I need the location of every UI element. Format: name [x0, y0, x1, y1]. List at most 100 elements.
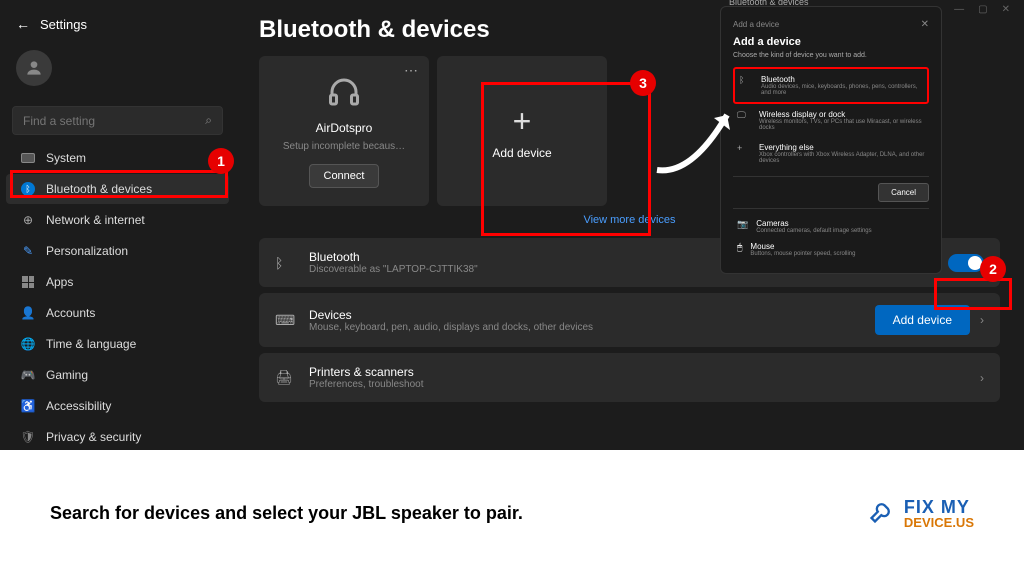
printers-sub: Preferences, troubleshoot — [309, 379, 966, 390]
more-icon[interactable]: ⋯ — [404, 62, 419, 79]
devices-title: Devices — [309, 308, 861, 322]
nav-list: System ᛒ Bluetooth & devices ⊕ Network &… — [0, 143, 235, 483]
profile[interactable] — [0, 38, 235, 98]
nav-label: Network & internet — [46, 213, 145, 227]
add-device-card[interactable]: + Add device — [437, 56, 607, 206]
time-icon: 🌐 — [20, 336, 36, 352]
minimize-icon[interactable]: — — [954, 4, 964, 15]
sidebar-item-gaming[interactable]: 🎮 Gaming — [6, 360, 229, 390]
plus-icon: + — [737, 143, 751, 153]
sidebar-item-accessibility[interactable]: ♿ Accessibility — [6, 391, 229, 421]
device-status: Setup incomplete becaus… — [283, 141, 405, 152]
nav-label: Privacy & security — [46, 430, 141, 444]
wrench-icon — [868, 497, 896, 530]
sidebar-item-accounts[interactable]: 👤 Accounts — [6, 298, 229, 328]
dialog-sub: Choose the kind of device you want to ad… — [733, 52, 929, 59]
mouse-icon: 🖱 — [737, 242, 742, 257]
footer: Search for devices and select your JBL s… — [0, 450, 1024, 576]
caption-text: Search for devices and select your JBL s… — [50, 503, 523, 524]
printer-icon: 🖨 — [275, 369, 295, 386]
personalization-icon: ✎ — [20, 243, 36, 259]
opt-sub: Audio devices, mice, keyboards, phones, … — [761, 84, 923, 96]
popup-section: Add a device — [733, 20, 779, 29]
network-icon: ⊕ — [20, 212, 36, 228]
dialog-option-wireless[interactable]: 🖵 Wireless display or dock Wireless moni… — [733, 104, 929, 137]
chevron-right-icon: › — [980, 371, 984, 385]
dialog-option-other[interactable]: + Everything else Xbox controllers with … — [733, 137, 929, 170]
extra-row-mouse[interactable]: 🖱 Mouse Buttons, mouse pointer speed, sc… — [733, 238, 929, 261]
add-device-dialog: Bluetooth & devices Add a device ✕ Add a… — [720, 6, 942, 274]
opt-sub: Xbox controllers with Xbox Wireless Adap… — [759, 152, 925, 164]
bluetooth-icon: ᛒ — [739, 75, 753, 85]
plus-icon: + — [513, 103, 532, 140]
annotation-badge-3: 3 — [630, 70, 656, 96]
opt-title: Everything else — [759, 143, 925, 152]
dialog-close-icon[interactable]: ✕ — [921, 19, 929, 30]
sidebar-item-time[interactable]: 🌐 Time & language — [6, 329, 229, 359]
logo-line1: FIX MY — [904, 498, 974, 516]
extra-title: Cameras — [756, 219, 871, 228]
sidebar-item-system[interactable]: System — [6, 143, 229, 173]
search-field[interactable] — [23, 114, 205, 128]
chevron-right-icon: › — [980, 313, 984, 327]
brand-logo: FIX MY DEVICE.US — [868, 497, 974, 530]
sidebar-item-personalization[interactable]: ✎ Personalization — [6, 236, 229, 266]
accounts-icon: 👤 — [20, 305, 36, 321]
sidebar: ← Settings ⌕ System ᛒ Bluetooth & device… — [0, 0, 235, 450]
nav-label: Time & language — [46, 337, 136, 351]
bluetooth-toggle[interactable] — [948, 254, 984, 272]
back-row[interactable]: ← Settings — [0, 10, 235, 38]
nav-label: System — [46, 151, 86, 165]
printers-row[interactable]: 🖨 Printers & scanners Preferences, troub… — [259, 353, 1000, 402]
headphone-icon — [326, 74, 362, 115]
printers-title: Printers & scanners — [309, 365, 966, 379]
device-name: AirDotspro — [316, 121, 373, 135]
search-icon: ⌕ — [205, 113, 212, 128]
maximize-icon[interactable]: ▢ — [978, 4, 987, 15]
sidebar-item-bluetooth[interactable]: ᛒ Bluetooth & devices — [6, 174, 229, 204]
gaming-icon: 🎮 — [20, 367, 36, 383]
sidebar-item-privacy[interactable]: 🛡 Privacy & security — [6, 422, 229, 452]
system-icon — [20, 150, 36, 166]
nav-label: Accounts — [46, 306, 95, 320]
device-card-airdots[interactable]: ⋯ AirDotspro Setup incomplete becaus… Co… — [259, 56, 429, 206]
extra-sub: Buttons, mouse pointer speed, scrolling — [750, 251, 855, 257]
display-icon: 🖵 — [737, 110, 751, 121]
bluetooth-row-icon: ᛒ — [275, 255, 295, 271]
logo-line2: DEVICE.US — [904, 516, 974, 529]
nav-label: Apps — [46, 275, 73, 289]
divider — [733, 208, 929, 209]
camera-icon: 📷 — [737, 219, 748, 234]
accessibility-icon: ♿ — [20, 398, 36, 414]
apps-icon — [20, 274, 36, 290]
opt-title: Bluetooth — [761, 75, 923, 84]
annotation-badge-1: 1 — [208, 148, 234, 174]
privacy-icon: 🛡 — [20, 429, 36, 445]
nav-label: Personalization — [46, 244, 128, 258]
nav-label: Accessibility — [46, 399, 111, 413]
close-icon[interactable]: ✕ — [1002, 4, 1010, 15]
annotation-badge-2: 2 — [980, 256, 1006, 282]
sidebar-item-network[interactable]: ⊕ Network & internet — [6, 205, 229, 235]
cancel-button[interactable]: Cancel — [878, 183, 929, 202]
header-title: Settings — [40, 17, 87, 32]
bluetooth-icon: ᛒ — [20, 181, 36, 197]
devices-icon: ⌨ — [275, 312, 295, 329]
add-device-button[interactable]: Add device — [875, 305, 970, 335]
back-arrow-icon: ← — [16, 16, 30, 32]
dialog-option-bluetooth[interactable]: ᛒ Bluetooth Audio devices, mice, keyboar… — [733, 67, 929, 104]
sidebar-item-apps[interactable]: Apps — [6, 267, 229, 297]
devices-row[interactable]: ⌨ Devices Mouse, keyboard, pen, audio, d… — [259, 293, 1000, 347]
window-controls: — ▢ ✕ — [954, 4, 1010, 15]
dialog-heading: Add a device — [733, 36, 929, 48]
extra-title: Mouse — [750, 242, 855, 251]
opt-sub: Wireless monitors, TVs, or PCs that use … — [759, 119, 925, 131]
opt-title: Wireless display or dock — [759, 110, 925, 119]
popup-breadcrumb: Bluetooth & devices — [729, 0, 809, 7]
search-input[interactable]: ⌕ — [12, 106, 223, 135]
extra-row-cameras[interactable]: 📷 Cameras Connected cameras, default ima… — [733, 215, 929, 238]
connect-button[interactable]: Connect — [309, 164, 380, 188]
extra-sub: Connected cameras, default image setting… — [756, 228, 871, 234]
devices-sub: Mouse, keyboard, pen, audio, displays an… — [309, 322, 861, 333]
settings-window: — ▢ ✕ ← Settings ⌕ System ᛒ Bluetooth & … — [0, 0, 1024, 450]
